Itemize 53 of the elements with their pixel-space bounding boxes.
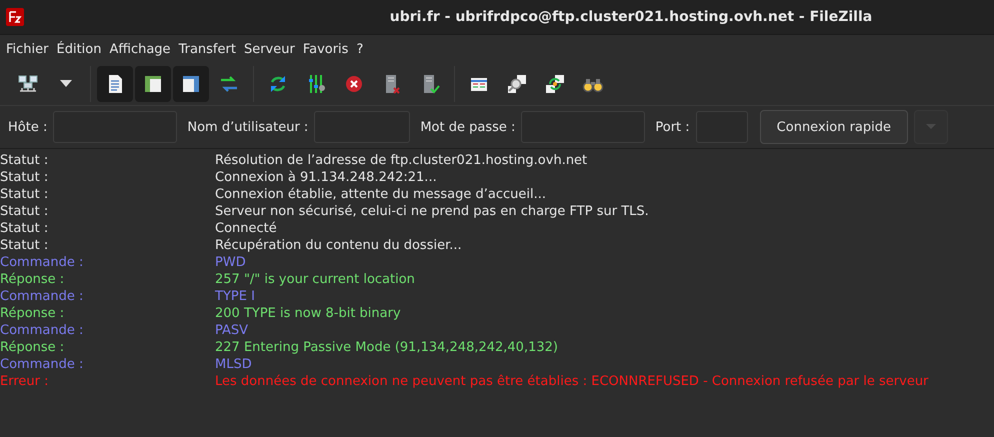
window-icon bbox=[180, 73, 202, 95]
menu-item[interactable]: Serveur bbox=[244, 40, 295, 58]
log-label: Erreur : bbox=[0, 373, 50, 390]
log-label: Statut : bbox=[0, 203, 50, 220]
log-message: Serveur non sécurisé, celui-ci ne prend pas en charge FTP sur TLS. bbox=[215, 203, 649, 220]
log-message: MLSD bbox=[215, 356, 252, 373]
menu-item[interactable]: Favoris bbox=[302, 40, 348, 58]
log-label: Commande : bbox=[0, 356, 84, 373]
menu-item[interactable]: Fichier bbox=[6, 40, 48, 58]
log-message: Connexion à 91.134.248.242:21... bbox=[215, 169, 437, 186]
log-label: Statut : bbox=[0, 169, 50, 186]
log-message: Récupération du contenu du dossier... bbox=[215, 237, 462, 254]
log-label: Réponse : bbox=[0, 305, 66, 322]
log-message: Connexion établie, attente du message d’accueil... bbox=[215, 186, 546, 203]
log-label: Commande : bbox=[0, 254, 84, 271]
log-label: Réponse : bbox=[0, 339, 66, 356]
quickconnect-button[interactable]: Connexion rapide bbox=[760, 110, 908, 144]
network-icon bbox=[17, 73, 39, 95]
log-label: Commande : bbox=[0, 322, 84, 339]
toolbar-button[interactable] bbox=[135, 66, 171, 102]
log-message: TYPE I bbox=[215, 288, 255, 305]
field-label: Port : bbox=[655, 120, 690, 134]
app-logo-icon bbox=[6, 8, 24, 26]
menu-item[interactable]: ? bbox=[356, 40, 364, 58]
log-label: Statut : bbox=[0, 237, 50, 254]
field-label: Mot de passe : bbox=[420, 120, 516, 134]
field-label: Hôte : bbox=[8, 120, 48, 134]
log-label: Statut : bbox=[0, 220, 50, 237]
log-label: Réponse : bbox=[0, 271, 66, 288]
toolbar-button[interactable] bbox=[173, 66, 209, 102]
log-message: Les données de connexion ne peuvent pas être établies : ECONNREFUSED - Connexion refusée par le serveur bbox=[215, 373, 928, 390]
caret-icon bbox=[60, 80, 72, 88]
log-message: 200 TYPE is now 8-bit binary bbox=[215, 305, 401, 322]
menu-item[interactable]: Affichage bbox=[109, 40, 171, 58]
log-message: Connecté bbox=[215, 220, 277, 237]
log-message: 257 "/" is your current location bbox=[215, 271, 415, 288]
log-label: Statut : bbox=[0, 152, 50, 169]
field-label: Nom d’utilisateur : bbox=[187, 120, 308, 134]
log-label: Statut : bbox=[0, 186, 50, 203]
cancel-icon bbox=[343, 73, 365, 95]
search-icon bbox=[506, 73, 528, 95]
log-message: PWD bbox=[215, 254, 246, 271]
log-message: PASV bbox=[215, 322, 248, 339]
menu-item[interactable]: Transfert bbox=[178, 40, 236, 58]
window-icon bbox=[142, 73, 164, 95]
caret-icon bbox=[926, 124, 936, 130]
sync-icon bbox=[544, 73, 566, 95]
log-message: Résolution de l’adresse de ftp.cluster021.hosting.ovh.net bbox=[215, 152, 588, 169]
log-label: Commande : bbox=[0, 288, 84, 305]
log-message: 227 Entering Passive Mode (91,134,248,242,40,132) bbox=[215, 339, 558, 356]
menu-item[interactable]: Édition bbox=[56, 40, 102, 58]
toolbar-button[interactable] bbox=[97, 66, 133, 102]
window-title: ubri.fr - ubrifrdpco@ftp.cluster021.hosting.ovh.net - FileZilla bbox=[388, 9, 874, 25]
